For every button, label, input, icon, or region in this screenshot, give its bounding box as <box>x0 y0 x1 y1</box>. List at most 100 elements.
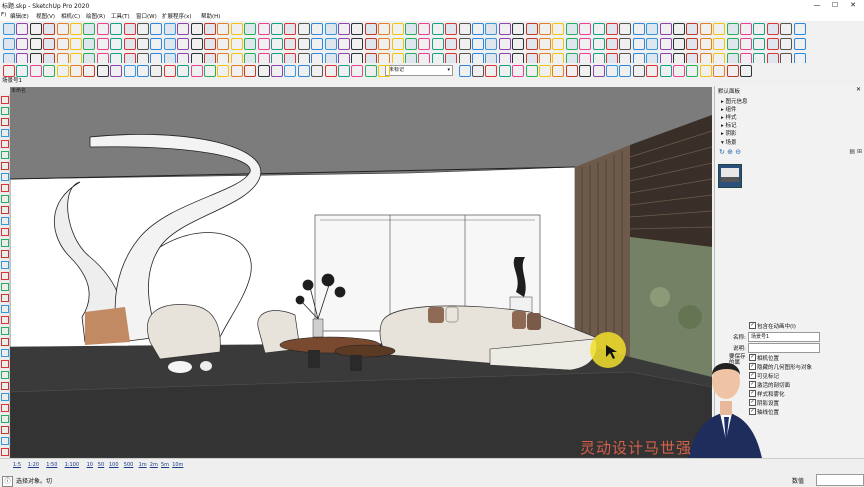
scale-button[interactable]: 1m <box>138 461 148 470</box>
rotate-icon[interactable] <box>70 38 82 50</box>
paint-icon[interactable] <box>257 38 270 50</box>
tape-icon[interactable] <box>378 38 391 50</box>
component-icon[interactable] <box>485 23 498 35</box>
arc-icon[interactable] <box>284 65 297 77</box>
paint-icon[interactable] <box>793 38 806 50</box>
push-pull-icon[interactable] <box>311 23 324 35</box>
text-icon[interactable] <box>659 38 672 50</box>
zoom-icon[interactable] <box>431 23 444 35</box>
scale-button[interactable]: 1:50 <box>45 461 58 470</box>
text-icon[interactable] <box>391 38 404 50</box>
text-icon[interactable] <box>123 65 136 77</box>
component-icon[interactable] <box>1 305 9 313</box>
move-icon[interactable] <box>324 23 337 35</box>
orbit-icon[interactable] <box>137 65 149 77</box>
scene-thumbnail[interactable] <box>718 164 742 188</box>
paint-icon[interactable] <box>525 38 538 50</box>
scale-icon[interactable] <box>1 195 9 203</box>
menu-extensions[interactable]: 扩展程序(x) <box>162 12 192 20</box>
zoom-icon[interactable] <box>431 38 444 50</box>
zoom-icon[interactable] <box>163 23 176 35</box>
rectangle-icon[interactable] <box>29 23 42 35</box>
select-icon[interactable] <box>766 23 779 35</box>
push-pull-icon[interactable] <box>579 23 592 35</box>
tape-icon[interactable] <box>110 65 123 77</box>
scale-icon[interactable] <box>619 65 632 77</box>
line-icon[interactable] <box>539 65 551 77</box>
rectangle-icon[interactable] <box>565 38 578 50</box>
rectangle-icon[interactable] <box>297 65 310 77</box>
push-pull-icon[interactable] <box>1 382 9 390</box>
arc-icon[interactable] <box>284 38 297 50</box>
pan-icon[interactable] <box>418 23 431 35</box>
text-icon[interactable] <box>123 38 136 50</box>
move-icon[interactable] <box>592 23 605 35</box>
eraser-icon[interactable] <box>244 23 257 35</box>
arc-icon[interactable] <box>284 23 297 35</box>
component-icon[interactable] <box>753 23 766 35</box>
camera-icon[interactable] <box>726 38 739 50</box>
offset-icon[interactable] <box>632 23 645 35</box>
section-icon[interactable] <box>713 23 726 35</box>
orbit-icon[interactable] <box>405 38 417 50</box>
line-icon[interactable] <box>3 23 15 35</box>
walk-icon[interactable] <box>740 65 752 77</box>
line-icon[interactable] <box>1 349 9 357</box>
orbit-icon[interactable] <box>1 239 9 247</box>
offset-icon[interactable] <box>632 38 645 50</box>
arc-icon[interactable] <box>1 140 9 148</box>
push-pull-icon[interactable] <box>311 65 324 77</box>
tape-icon[interactable] <box>1 437 9 445</box>
close-icon[interactable]: ✕ <box>856 86 861 93</box>
component-icon[interactable] <box>485 65 498 77</box>
text-icon[interactable] <box>659 23 672 35</box>
walk-icon[interactable] <box>472 23 484 35</box>
component-icon[interactable] <box>217 38 230 50</box>
remove-scene-icon[interactable]: ⊖ <box>735 148 741 156</box>
menu-help[interactable]: 帮助(H) <box>201 12 220 20</box>
arc-icon[interactable] <box>1 360 9 368</box>
zoom-icon[interactable] <box>699 38 712 50</box>
zoom-icon[interactable] <box>163 65 176 77</box>
select-icon[interactable] <box>498 65 511 77</box>
zoom-icon[interactable] <box>699 23 712 35</box>
paint-icon[interactable] <box>257 65 270 77</box>
rotate-icon[interactable] <box>338 38 350 50</box>
include-animation-checkbox[interactable]: ✓ <box>749 322 756 329</box>
arc-icon[interactable] <box>16 23 29 35</box>
menu-view[interactable]: 视图(V) <box>36 12 55 20</box>
pan-icon[interactable] <box>686 23 699 35</box>
scale-button[interactable]: 50 <box>97 461 105 470</box>
eraser-icon[interactable] <box>1 327 9 335</box>
scale-icon[interactable] <box>351 38 364 50</box>
select-icon[interactable] <box>230 38 243 50</box>
line-icon[interactable] <box>539 38 551 50</box>
scale-button[interactable]: 1:100 <box>64 461 80 470</box>
paint-icon[interactable] <box>1 338 9 346</box>
camera-icon[interactable] <box>190 65 203 77</box>
select-icon[interactable] <box>498 23 511 35</box>
menu-file[interactable]: F) <box>1 12 6 18</box>
scale-button[interactable]: 1:20 <box>27 461 40 470</box>
pan-icon[interactable] <box>686 65 699 77</box>
select-icon[interactable] <box>498 38 511 50</box>
rotate-icon[interactable] <box>606 23 618 35</box>
orbit-icon[interactable] <box>405 23 417 35</box>
select-icon[interactable] <box>230 23 243 35</box>
paint-icon[interactable] <box>1 118 9 126</box>
tape-icon[interactable] <box>646 65 659 77</box>
text-icon[interactable] <box>1 448 9 456</box>
details-icon[interactable]: ⊞ <box>857 148 862 155</box>
rectangle-icon[interactable] <box>29 38 42 50</box>
walk-icon[interactable] <box>472 38 484 50</box>
arc-icon[interactable] <box>552 23 565 35</box>
add-scene-icon[interactable]: ⊕ <box>727 148 733 156</box>
tape-icon[interactable] <box>646 23 659 35</box>
camera-icon[interactable] <box>190 23 203 35</box>
offset-icon[interactable] <box>1 206 9 214</box>
paint-icon[interactable] <box>257 23 270 35</box>
walk-icon[interactable] <box>204 65 216 77</box>
menu-edit[interactable]: 编辑(E) <box>10 12 29 20</box>
pan-icon[interactable] <box>686 38 699 50</box>
arc-icon[interactable] <box>552 38 565 50</box>
